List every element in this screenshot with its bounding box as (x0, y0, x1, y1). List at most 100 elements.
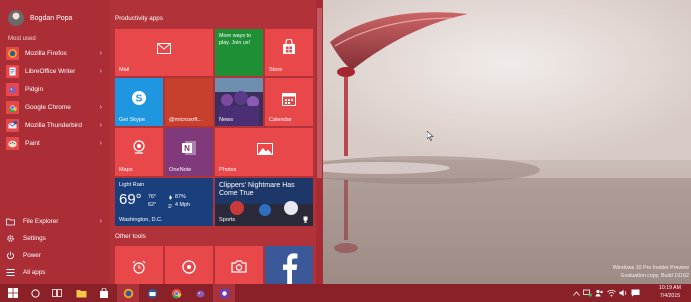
windows-logo-icon (8, 288, 18, 298)
mouse-cursor-icon (426, 128, 434, 146)
app-firefox[interactable]: Mozilla Firefox › (6, 44, 104, 62)
weather-tile[interactable]: Light Rain 69° 76° 62° 87% 4 Mph Washing… (115, 178, 213, 226)
alarms-tile[interactable] (115, 246, 163, 284)
news-label: News (219, 117, 233, 123)
app-paint[interactable]: Paint › (6, 134, 104, 152)
app-label: Mozilla Thunderbird (25, 121, 82, 129)
scroll-thumb[interactable] (317, 8, 322, 178)
weather-low: 62° (148, 202, 157, 208)
chevron-right-icon[interactable]: › (100, 50, 104, 57)
gear-icon (6, 234, 15, 243)
task-view-icon (52, 289, 62, 297)
list-icon (6, 268, 15, 277)
store-label: Store (269, 67, 283, 73)
settings-label: Settings (23, 235, 46, 242)
action-center-icon[interactable] (629, 289, 641, 297)
network-status-icon[interactable] (581, 289, 593, 297)
taskbar-chrome[interactable] (165, 284, 187, 302)
sports-tile[interactable]: Clippers' Nightmare Has Come True Sports (215, 178, 313, 226)
sports-label: Sports (219, 217, 236, 223)
store-tile[interactable]: Store (265, 29, 313, 76)
avatar (8, 10, 24, 26)
paint-icon (6, 136, 19, 150)
power-icon (6, 251, 15, 260)
start-left-pane: Bogdan Popa Most used Mozilla Firefox › … (0, 0, 109, 284)
folder-icon (76, 289, 86, 297)
facebook-icon (283, 253, 298, 284)
taskbar-clock[interactable]: 10:19 AM 7/4/2015 (653, 285, 687, 300)
onenote-tile[interactable]: N OneNote (165, 128, 213, 176)
app-label: Pidgin (25, 85, 44, 93)
app-label: Google Chrome (25, 103, 71, 111)
chevron-right-icon[interactable]: › (100, 104, 104, 111)
skype-label: Get Skype (119, 117, 146, 123)
facebook-tile[interactable] (265, 246, 313, 284)
start-button[interactable] (2, 284, 24, 302)
thunderbird-icon (147, 288, 157, 298)
all-apps-item[interactable]: All apps (6, 264, 104, 281)
photos-tile[interactable]: Photos (215, 128, 313, 176)
store-promo-text: More ways to play. Join us! (219, 33, 252, 46)
settings-item[interactable]: Settings (6, 230, 104, 247)
weather-high: 76° (148, 194, 157, 200)
wifi-icon[interactable] (605, 289, 617, 297)
file-explorer-item[interactable]: File Explorer › (6, 213, 104, 230)
maps-label: Maps (119, 167, 133, 173)
folder-icon (6, 217, 15, 226)
taskbar: 10:19 AM 7/4/2015 (0, 284, 691, 302)
people-icon[interactable] (593, 289, 605, 297)
maps-tile[interactable]: Maps (115, 128, 163, 176)
power-item[interactable]: Power (6, 247, 104, 264)
weather-location: Washington, D.C. (119, 217, 163, 223)
humidity-icon (169, 195, 172, 200)
chevron-right-icon[interactable]: › (100, 68, 104, 75)
taskbar-thunderbird[interactable] (141, 284, 163, 302)
chevron-up-icon[interactable] (571, 290, 581, 296)
camera-tile[interactable] (215, 246, 263, 284)
user-account[interactable]: Bogdan Popa (8, 10, 72, 26)
watermark-line-1: Windows 10 Pro Insider Preview (612, 265, 689, 271)
taskbar-app-active[interactable] (213, 284, 235, 302)
mail-label: Mail (119, 67, 130, 73)
taskbar-pidgin[interactable] (189, 284, 211, 302)
app-pidgin[interactable]: Pidgin (6, 80, 104, 98)
task-view-button[interactable] (46, 284, 68, 302)
onenote-icon: N (182, 141, 196, 155)
firefox-icon (123, 288, 133, 298)
cortana-button[interactable] (24, 284, 46, 302)
start-scrollbar[interactable] (316, 0, 323, 284)
calendar-tile[interactable]: Calendar (265, 78, 313, 126)
camera-icon (231, 260, 247, 273)
svg-text:N: N (184, 144, 190, 153)
system-tray (571, 284, 641, 302)
disc-icon (182, 260, 196, 274)
chevron-right-icon[interactable]: › (100, 218, 104, 225)
writer-icon (6, 64, 19, 78)
onenote-label: OneNote (169, 167, 192, 173)
mail-tile[interactable]: Mail (115, 29, 213, 76)
pidgin-icon (196, 290, 204, 297)
news-tile[interactable]: News (215, 78, 263, 126)
taskbar-store[interactable] (93, 284, 115, 302)
cortana-circle-icon (30, 288, 40, 298)
skype-icon: S (132, 91, 146, 105)
wind-icon (168, 204, 173, 208)
app-libreoffice-writer[interactable]: LibreOffice Writer › (6, 62, 104, 80)
groove-music-tile[interactable] (165, 246, 213, 284)
taskbar-file-explorer[interactable] (70, 284, 92, 302)
app-google-chrome[interactable]: Google Chrome › (6, 98, 104, 116)
user-name: Bogdan Popa (30, 14, 73, 22)
twitter-tile[interactable]: @microsoft... (165, 78, 213, 126)
photo-icon (257, 143, 273, 155)
chevron-right-icon[interactable]: › (100, 140, 104, 147)
taskbar-firefox[interactable] (117, 284, 139, 302)
app-thunderbird[interactable]: Mozilla Thunderbird › (6, 116, 104, 134)
pidgin-icon (6, 82, 19, 96)
chevron-right-icon[interactable]: › (100, 122, 104, 129)
weather-condition: Light Rain (119, 182, 145, 188)
volume-icon[interactable] (617, 289, 629, 297)
skype-tile[interactable]: S Get Skype (115, 78, 163, 126)
photos-label: Photos (219, 167, 237, 173)
chrome-icon (6, 100, 19, 114)
store-promo-tile[interactable]: More ways to play. Join us! (215, 29, 263, 76)
